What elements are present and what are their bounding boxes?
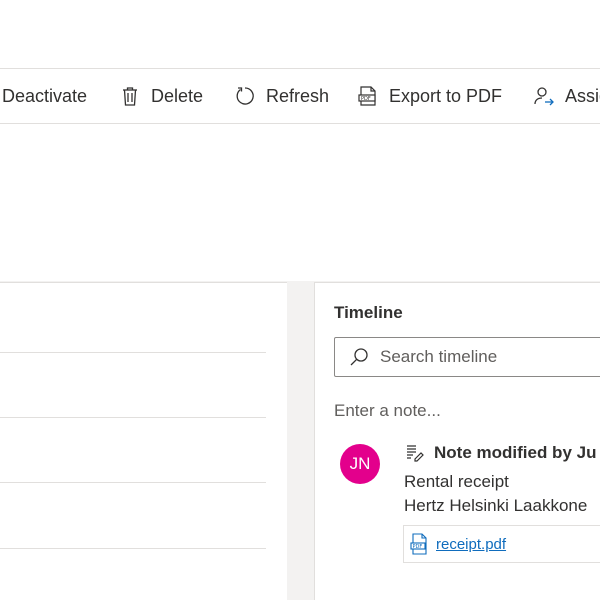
- delete-label: Delete: [151, 85, 204, 106]
- timeline-title: Timeline: [334, 303, 403, 322]
- export-pdf-label: Export to PDF: [389, 85, 503, 106]
- deactivate-label: Deactivate: [2, 85, 88, 106]
- pdf-file-icon: PDF: [357, 85, 379, 107]
- assign-label: Assign: [565, 85, 600, 106]
- trash-icon: [119, 85, 141, 107]
- assign-button[interactable]: Assign: [533, 69, 600, 123]
- form-row-divider: [0, 352, 266, 353]
- timeline-entry-header: Note modified by Ju: [404, 443, 596, 463]
- refresh-icon: [234, 85, 256, 107]
- enter-note-input[interactable]: Enter a note...: [334, 401, 441, 421]
- command-bar: Deactivate Delete Refresh PDF Export to …: [0, 68, 600, 124]
- timeline-entry-title: Note modified by Ju: [434, 443, 597, 462]
- timeline-search-input[interactable]: [380, 347, 600, 367]
- svg-text:PDF: PDF: [361, 96, 371, 102]
- form-row-divider: [0, 482, 266, 483]
- top-header: [0, 0, 600, 68]
- refresh-button[interactable]: Refresh: [234, 69, 329, 123]
- avatar[interactable]: JN: [340, 444, 380, 484]
- note-icon: [404, 443, 424, 463]
- timeline-panel: Timeline Enter a note... JN Note modifie…: [314, 282, 600, 600]
- form-section: [0, 282, 287, 600]
- timeline-entry-body: Hertz Helsinki Laakkone: [404, 496, 588, 515]
- avatar-initials: JN: [349, 454, 371, 473]
- form-row-divider: [0, 548, 266, 549]
- record-header: [0, 124, 600, 281]
- form-row-divider: [0, 417, 266, 418]
- timeline-entry-subject: Rental receipt: [404, 472, 509, 491]
- attachment-chip[interactable]: PDF receipt.pdf: [403, 525, 600, 563]
- delete-button[interactable]: Delete: [119, 69, 203, 123]
- deactivate-button[interactable]: Deactivate: [2, 69, 87, 123]
- timeline-search-box[interactable]: [334, 337, 600, 377]
- attachment-link[interactable]: receipt.pdf: [436, 536, 506, 553]
- svg-text:PDF: PDF: [413, 544, 423, 550]
- pdf-attachment-icon: PDF: [410, 533, 430, 555]
- assign-person-icon: [533, 85, 555, 107]
- refresh-label: Refresh: [266, 85, 330, 106]
- export-pdf-button[interactable]: PDF Export to PDF: [357, 69, 502, 123]
- panel-gutter: [287, 282, 314, 600]
- search-icon: [348, 346, 370, 368]
